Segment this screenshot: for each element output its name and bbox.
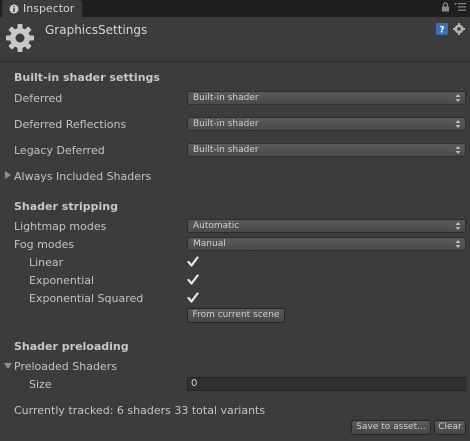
lock-icon[interactable] [441,2,450,15]
inspector-header: GraphicsSettings ? [0,17,470,61]
lightmap-modes-dropdown[interactable]: Automatic [187,219,466,233]
deferred-label: Deferred [14,92,63,105]
updown-arrow-icon [455,222,461,230]
info-icon [9,4,19,14]
fog-modes-label: Fog modes [14,238,75,251]
section-heading-preloading: Shader preloading [14,340,129,353]
section-heading-stripping: Shader stripping [14,200,118,213]
linear-label: Linear [29,256,64,269]
lightmap-modes-value: Automatic [193,221,240,231]
updown-arrow-icon [455,120,461,128]
foldout-expanded-icon[interactable] [4,362,12,370]
updown-arrow-icon [455,94,461,102]
panel-menu-icon[interactable] [454,2,466,15]
exponential-label: Exponential [29,274,95,287]
preloaded-shaders-foldout[interactable]: Preloaded Shaders [14,360,117,373]
lightmap-modes-label: Lightmap modes [14,220,107,233]
deferred-dropdown[interactable]: Built-in shader [187,91,466,105]
fog-modes-dropdown[interactable]: Manual [187,237,466,251]
foldout-collapsed-icon[interactable] [4,171,12,179]
page-title: GraphicsSettings [45,23,148,37]
updown-arrow-icon [455,146,461,154]
fog-modes-value: Manual [193,239,226,249]
tab-label: Inspector [23,2,75,15]
legacy-deferred-label: Legacy Deferred [14,144,105,157]
clear-button[interactable]: Clear [434,420,466,435]
size-input[interactable]: 0 [187,377,466,391]
always-included-shaders-foldout[interactable]: Always Included Shaders [14,170,151,183]
legacy-deferred-value: Built-in shader [193,145,259,155]
exponential-checkbox[interactable] [187,274,199,286]
linear-checkbox[interactable] [187,256,199,268]
deferred-reflections-label: Deferred Reflections [14,118,127,131]
gear-icon [6,24,34,52]
settings-gear-icon[interactable] [453,23,465,35]
svg-text:?: ? [439,26,444,36]
tab-inspector[interactable]: Inspector [2,0,82,17]
section-heading-builtin: Built-in shader settings [14,71,160,84]
exponential-squared-checkbox[interactable] [187,292,199,304]
size-label: Size [29,378,52,391]
tracked-status-text: Currently tracked: 6 shaders 33 total va… [14,404,266,417]
updown-arrow-icon [455,240,461,248]
header-divider [0,61,470,62]
save-to-asset-button[interactable]: Save to asset... [351,420,431,435]
deferred-value: Built-in shader [193,93,259,103]
legacy-deferred-dropdown[interactable]: Built-in shader [187,143,466,157]
deferred-reflections-value: Built-in shader [193,119,259,129]
from-current-scene-button[interactable]: From current scene [187,308,285,323]
help-icon[interactable]: ? [436,23,448,35]
exponential-squared-label: Exponential Squared [29,292,144,305]
tab-bar: Inspector [0,0,470,17]
deferred-reflections-dropdown[interactable]: Built-in shader [187,117,466,131]
